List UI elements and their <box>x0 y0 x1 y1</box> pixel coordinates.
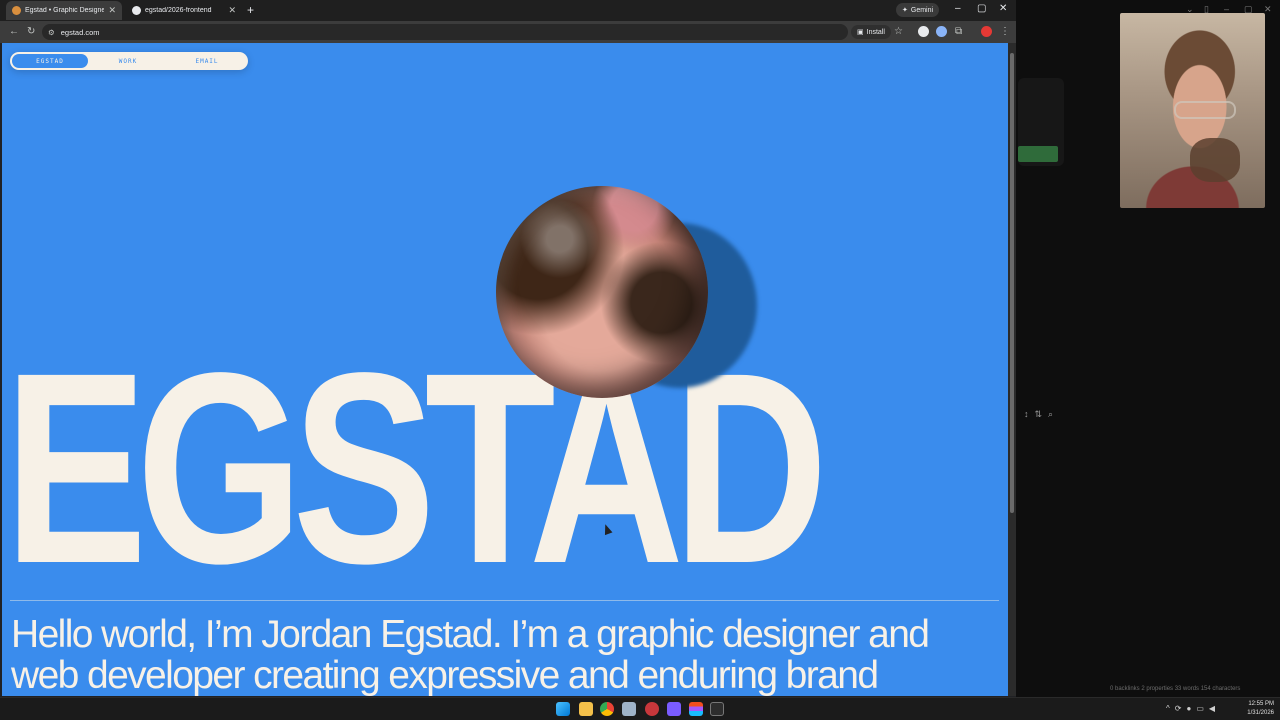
nav-work[interactable]: WORK <box>90 54 166 68</box>
tab-github[interactable]: egstad/2026-frontend ✕ <box>126 1 242 20</box>
minimize-icon[interactable]: – <box>955 3 961 14</box>
gemini-label: Gemini <box>910 6 934 14</box>
install-button[interactable]: ▣ Install <box>851 25 891 39</box>
egstad-favicon-icon <box>12 6 21 15</box>
nav-email[interactable]: EMAIL <box>168 54 246 68</box>
app-icon[interactable] <box>645 702 659 716</box>
extension-icon[interactable] <box>918 26 929 37</box>
web-page: EGSTAD WORK EMAIL EGSTAD Hello world, I’… <box>2 43 1008 696</box>
tab-title: egstad/2026-frontend <box>145 7 212 14</box>
intro-line-2: web developer creating expressive and en… <box>11 654 879 696</box>
extensions-icon[interactable]: ⧉ <box>955 26 962 37</box>
tab-strip: Egstad • Graphic Designer & D ✕ egstad/2… <box>0 0 1016 21</box>
close-tab-icon[interactable]: ✕ <box>228 5 236 16</box>
clock-time: 12:55 PM <box>1248 701 1274 707</box>
glasses <box>1174 101 1236 119</box>
close-tab-icon[interactable]: ✕ <box>108 5 116 16</box>
site-nav: EGSTAD WORK EMAIL <box>10 52 248 70</box>
intro-line-1: Hello world, I’m Jordan Egstad. I’m a gr… <box>11 613 930 656</box>
search-icon[interactable]: ⌕ <box>1048 409 1059 419</box>
status-bar: 0 backlinks 2 properties 33 words 154 ch… <box>1110 686 1241 692</box>
sync-icon[interactable]: ⟳ <box>1175 704 1187 713</box>
install-icon: ▣ <box>857 29 864 36</box>
github-favicon-icon <box>132 6 141 15</box>
taskbar: ^⟳●▭◀ 12:55 PM 1/31/2026 <box>0 697 1280 720</box>
browser-toolbar: ← ↻ ⚙ egstad.com ▣ Install ☆ ⧉ ⋮ <box>0 21 1016 43</box>
network-icon[interactable]: ▭ <box>1196 704 1209 713</box>
windows-start-icon[interactable] <box>556 702 570 716</box>
tab-egstad[interactable]: Egstad • Graphic Designer & D ✕ <box>6 1 122 20</box>
figma-icon[interactable] <box>689 702 703 716</box>
mic-icon[interactable]: ● <box>1186 704 1196 713</box>
notes-toolbar: ↕⇅⌕ <box>1024 409 1059 420</box>
address-bar[interactable]: ⚙ egstad.com <box>42 24 848 40</box>
collapse-icon[interactable]: ⇅ <box>1035 409 1049 419</box>
obsidian-icon[interactable] <box>667 702 681 716</box>
intro-text: Hello world, I’m Jordan Egstad. I’m a gr… <box>11 614 1008 696</box>
new-tab-icon[interactable]: + <box>247 3 254 17</box>
clock[interactable]: 12:55 PM 1/31/2026 <box>1238 700 1274 718</box>
page-scrollbar[interactable] <box>1008 43 1016 696</box>
system-tray[interactable]: ^⟳●▭◀ <box>1166 704 1220 713</box>
star-icon[interactable]: ☆ <box>894 26 903 37</box>
volume-icon[interactable]: ◀ <box>1209 704 1220 713</box>
install-label: Install <box>866 28 885 36</box>
notepad-icon[interactable] <box>622 702 636 716</box>
url-text: egstad.com <box>60 27 100 37</box>
clock-date: 1/31/2026 <box>1247 710 1274 716</box>
menu-icon[interactable]: ⋮ <box>1000 26 1010 37</box>
divider <box>10 600 999 601</box>
scrollbar-thumb[interactable] <box>1010 53 1014 513</box>
tab-title: Egstad • Graphic Designer & D <box>25 7 105 14</box>
sparkle-icon: ✦ <box>902 7 908 14</box>
face-sphere-image[interactable] <box>496 186 708 398</box>
screen: Egstad • Graphic Designer & D ✕ egstad/2… <box>0 0 1280 720</box>
browser-window: Egstad • Graphic Designer & D ✕ egstad/2… <box>0 0 1016 697</box>
profile-avatar-icon[interactable] <box>981 26 992 37</box>
beard <box>1190 138 1240 182</box>
site-settings-icon[interactable]: ⚙ <box>48 28 55 37</box>
webcam-overlay <box>1120 13 1265 208</box>
chrome-icon[interactable] <box>600 702 614 716</box>
notes-highlight <box>1018 146 1058 162</box>
close-window-icon[interactable]: ✕ <box>999 3 1007 14</box>
reload-icon[interactable]: ↻ <box>27 26 35 37</box>
back-icon[interactable]: ← <box>9 26 19 37</box>
maximize-icon[interactable]: ▢ <box>977 3 986 14</box>
password-icon[interactable] <box>936 26 947 37</box>
chevron-up-icon[interactable]: ^ <box>1166 704 1175 713</box>
close-window-icon[interactable]: ✕ <box>1264 4 1272 15</box>
terminal-icon[interactable] <box>710 702 724 716</box>
file-explorer-icon[interactable] <box>579 702 593 716</box>
gemini-button[interactable]: ✦ Gemini <box>896 3 940 17</box>
sort-icon[interactable]: ↕ <box>1024 409 1035 419</box>
nav-egstad[interactable]: EGSTAD <box>12 54 88 68</box>
